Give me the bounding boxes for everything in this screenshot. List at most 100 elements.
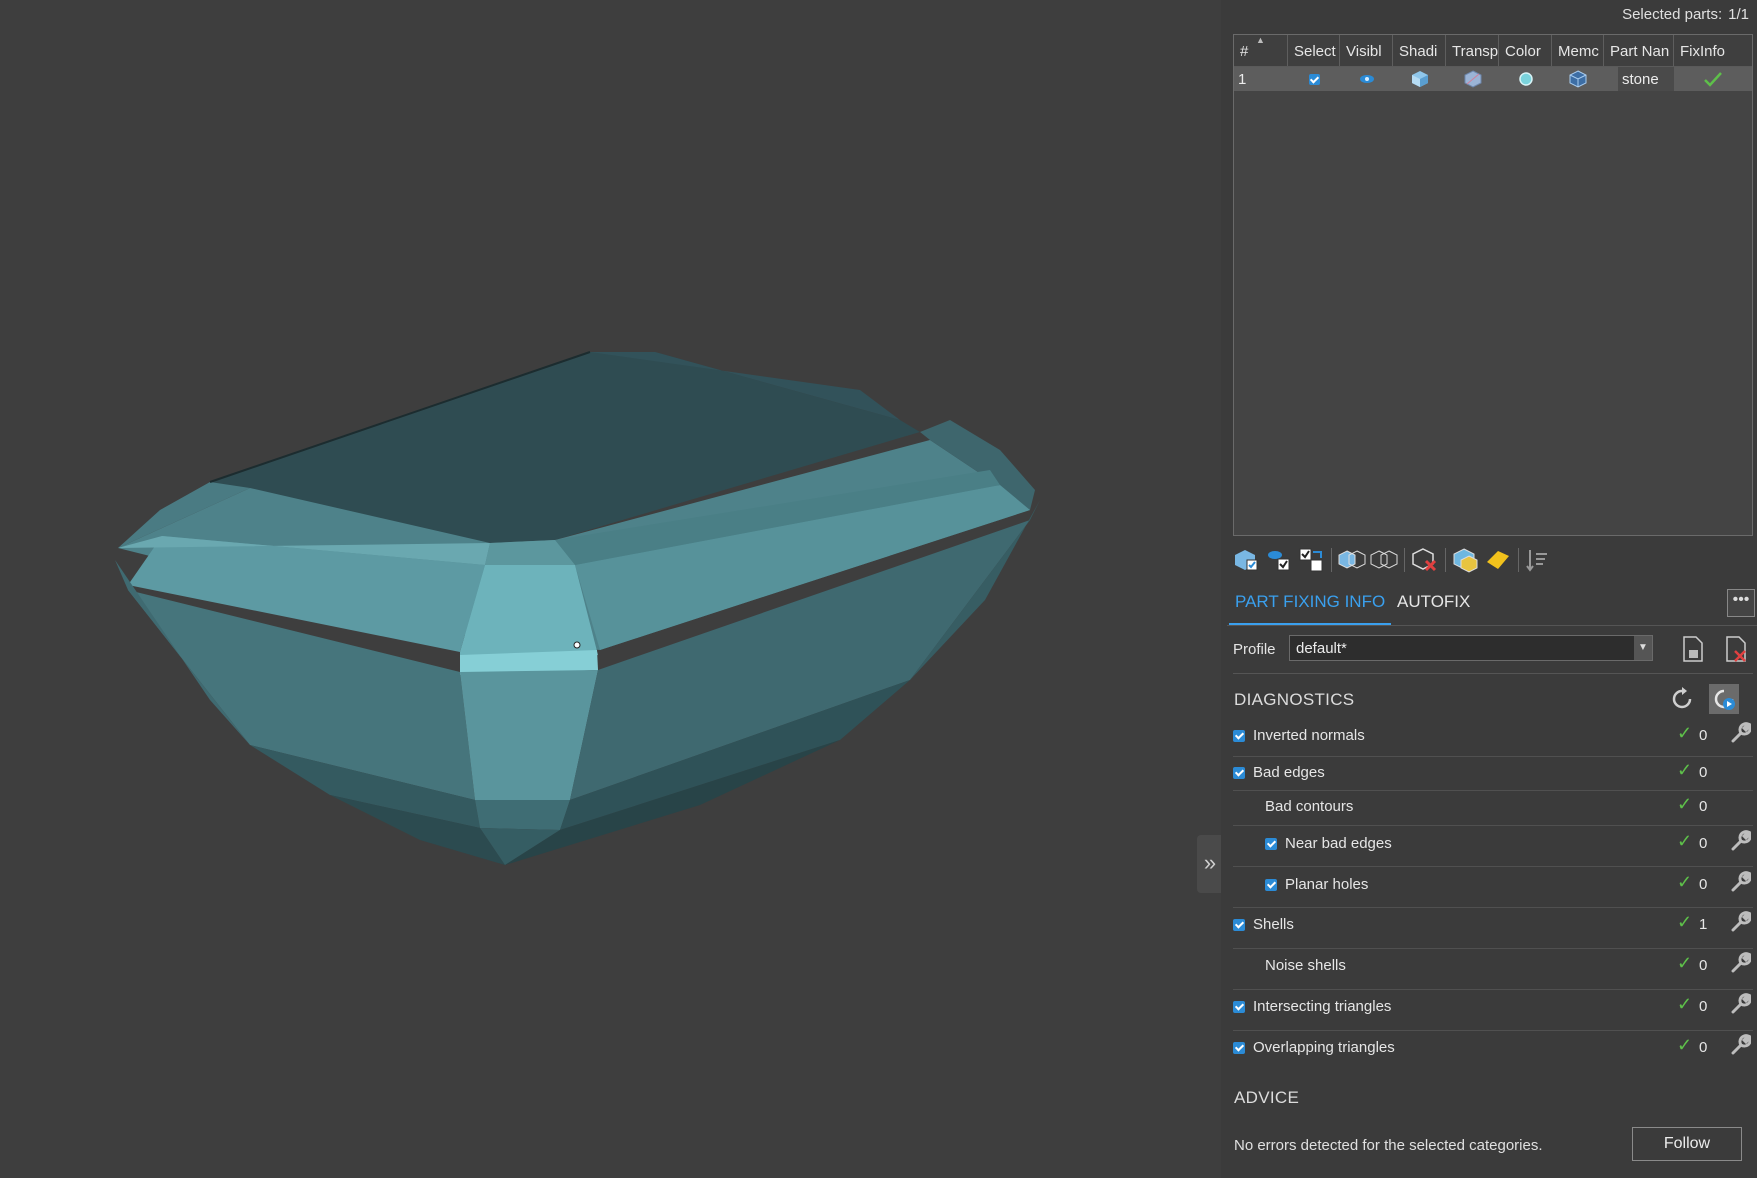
row-part-name-cell[interactable]: stone — [1604, 67, 1674, 91]
follow-button[interactable]: Follow — [1632, 1127, 1742, 1161]
memory-cube-icon[interactable] — [1552, 67, 1604, 91]
toggle-visibility-icon[interactable] — [1265, 546, 1293, 574]
table-header: ▲ # Select Visibl Shadi Transp Color Memc… — [1234, 35, 1752, 67]
color-swatch-icon[interactable] — [1499, 67, 1552, 91]
diagnostic-count: 1 — [1699, 916, 1708, 933]
delete-profile-icon[interactable] — [1723, 635, 1749, 663]
diagnostic-count: 0 — [1699, 835, 1708, 852]
check-icon: ✓ — [1677, 872, 1693, 892]
divider — [1233, 790, 1753, 791]
check-icon: ✓ — [1677, 994, 1693, 1014]
remove-part-icon[interactable] — [1411, 546, 1439, 574]
diagnostic-count: 0 — [1699, 998, 1708, 1015]
diagnostic-label: Bad contours — [1265, 798, 1354, 815]
wrench-icon[interactable] — [1727, 909, 1752, 933]
sort-icon[interactable] — [1525, 546, 1553, 574]
profile-select[interactable]: default* ▼ — [1289, 635, 1653, 661]
row-select-checkbox[interactable] — [1288, 67, 1340, 91]
divider — [1233, 907, 1753, 908]
transparency-cube-icon[interactable] — [1446, 67, 1499, 91]
check-icon: ✓ — [1677, 723, 1693, 743]
collapse-panel-button[interactable]: » — [1197, 835, 1223, 893]
check-icon: ✓ — [1677, 912, 1693, 932]
col-select[interactable]: Select — [1288, 35, 1340, 66]
diagnostic-checkbox[interactable] — [1233, 730, 1245, 742]
col-part-name[interactable]: Part Nan — [1604, 35, 1674, 66]
wrench-icon[interactable] — [1727, 950, 1752, 974]
diagnostic-checkbox[interactable] — [1233, 767, 1245, 779]
fixinfo-check-icon — [1674, 67, 1752, 91]
col-index[interactable]: ▲ # — [1234, 35, 1288, 66]
fix-tag-icon[interactable] — [1484, 546, 1512, 574]
wrench-icon[interactable] — [1727, 991, 1752, 1015]
wrench-icon[interactable] — [1727, 1032, 1752, 1056]
divider — [1233, 1030, 1753, 1031]
diagnostic-row-intersecting-triangles[interactable]: Intersecting triangles ✓ 0 — [1233, 991, 1753, 1026]
diagnostic-checkbox[interactable] — [1233, 1001, 1245, 1013]
tab-autofix[interactable]: AUTOFIX — [1391, 585, 1476, 623]
diagnostic-row-inverted-normals[interactable]: Inverted normals ✓ 0 — [1233, 720, 1753, 755]
shading-off-icon[interactable] — [1370, 546, 1398, 574]
eye-icon[interactable] — [1340, 67, 1393, 91]
diagnostic-row-bad-edges[interactable]: Bad edges ✓ 0 — [1233, 760, 1753, 792]
invert-selection-icon[interactable] — [1297, 546, 1325, 574]
divider — [1233, 866, 1753, 867]
diagnostic-row-shells[interactable]: Shells ✓ 1 — [1233, 909, 1753, 944]
diagnostic-row-bad-contours[interactable]: Bad contours ✓ 0 — [1233, 794, 1753, 826]
col-color[interactable]: Color — [1499, 35, 1552, 66]
diagnostic-count: 0 — [1699, 727, 1708, 744]
diagnostic-count: 0 — [1699, 764, 1708, 781]
diagnostic-row-near-bad-edges[interactable]: Near bad edges ✓ 0 — [1233, 828, 1753, 863]
chevron-down-icon[interactable]: ▼ — [1634, 636, 1652, 660]
col-shading[interactable]: Shadi — [1393, 35, 1446, 66]
profile-label: Profile — [1233, 641, 1276, 658]
shading-cube-icon[interactable] — [1393, 67, 1446, 91]
divider — [1233, 948, 1753, 949]
diagnostic-checkbox[interactable] — [1265, 838, 1277, 850]
diagnostic-label: Overlapping triangles — [1253, 1039, 1395, 1056]
diagnostic-checkbox[interactable] — [1233, 1042, 1245, 1054]
diagnostic-checkbox[interactable] — [1265, 879, 1277, 891]
diagnostic-label: Intersecting triangles — [1253, 998, 1392, 1015]
diagnostic-label: Noise shells — [1265, 957, 1346, 974]
wrench-icon[interactable] — [1727, 720, 1752, 744]
divider — [1233, 756, 1753, 757]
col-fixinfo[interactable]: FixInfo — [1674, 35, 1752, 66]
check-icon: ✓ — [1677, 1035, 1693, 1055]
row-part-name: stone — [1618, 67, 1674, 91]
diagnostics-title: DIAGNOSTICS — [1234, 690, 1355, 709]
parts-table[interactable]: ▲ # Select Visibl Shadi Transp Color Memc… — [1233, 34, 1753, 536]
diagnostic-row-planar-holes[interactable]: Planar holes ✓ 0 — [1233, 869, 1753, 904]
diagnostic-label: Planar holes — [1285, 876, 1369, 893]
divider — [1233, 673, 1753, 674]
check-icon: ✓ — [1677, 794, 1693, 814]
selected-parts-label: Selected parts: — [1622, 6, 1723, 23]
select-parts-icon[interactable] — [1233, 546, 1261, 574]
wrench-icon[interactable] — [1727, 869, 1752, 893]
col-visible[interactable]: Visibl — [1340, 35, 1393, 66]
color-parts-icon[interactable] — [1452, 546, 1480, 574]
col-memory[interactable]: Memc — [1552, 35, 1604, 66]
wrench-icon[interactable] — [1727, 828, 1752, 852]
diagnostic-label: Shells — [1253, 916, 1294, 933]
diagnostic-count: 0 — [1699, 876, 1708, 893]
refresh-icon[interactable] — [1669, 686, 1695, 712]
table-row[interactable]: 1 stone — [1234, 67, 1752, 91]
tab-part-fixing-info[interactable]: PART FIXING INFO — [1229, 585, 1392, 625]
diagnostic-row-noise-shells[interactable]: Noise shells ✓ 0 — [1233, 950, 1753, 985]
gem-model[interactable] — [0, 0, 1221, 1178]
tab-bar: PART FIXING INFO AUTOFIX ••• — [1227, 585, 1757, 626]
cursor-marker — [573, 641, 581, 649]
shading-on-icon[interactable] — [1338, 546, 1366, 574]
auto-update-icon[interactable] — [1709, 684, 1739, 714]
divider — [1233, 989, 1753, 990]
viewport-3d[interactable] — [0, 0, 1221, 1178]
row-index: 1 — [1238, 70, 1247, 88]
save-profile-icon[interactable] — [1680, 635, 1706, 663]
diagnostic-row-overlapping-triangles[interactable]: Overlapping triangles ✓ 0 — [1233, 1032, 1753, 1067]
col-transparency[interactable]: Transp — [1446, 35, 1499, 66]
diagnostic-label: Inverted normals — [1253, 727, 1365, 744]
diagnostic-count: 0 — [1699, 1039, 1708, 1056]
more-options-button[interactable]: ••• — [1727, 589, 1755, 617]
diagnostic-checkbox[interactable] — [1233, 919, 1245, 931]
